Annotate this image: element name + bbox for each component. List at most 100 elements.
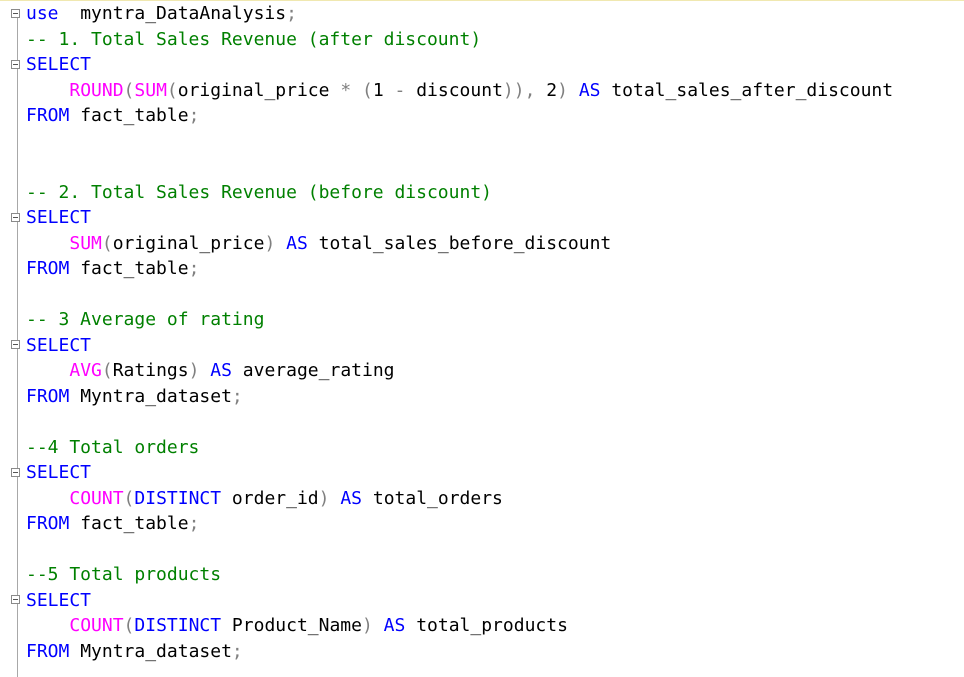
code-line[interactable]: -- 1. Total Sales Revenue (after discoun… [26,27,964,53]
code-line[interactable] [26,409,964,435]
keyword-token: AS [340,487,363,509]
text-token: fact_table [69,513,189,534]
keyword-token: DISTINCT [134,615,222,636]
text-token: order_id [221,487,319,509]
code-line[interactable]: SELECT [26,588,964,614]
code-line[interactable]: FROM Myntra_dataset; [26,384,964,410]
keyword-token: AS [286,232,308,254]
operator-token: ) [264,232,276,254]
code-line[interactable]: AVG(Ratings) AS average_rating [26,358,964,384]
keyword-token: AS [383,615,406,636]
code-line[interactable]: SELECT [26,333,964,359]
code-line[interactable]: COUNT(DISTINCT order_id) AS total_orders [26,486,964,512]
text-token: 1 [372,79,395,101]
operator-token: ; [188,258,200,279]
code-line[interactable] [26,129,964,155]
code-line[interactable]: use myntra_DataAnalysis; [26,1,964,27]
code-line[interactable]: FROM fact_table; [26,256,964,282]
operator-token: - [394,79,406,101]
collapse-minus-icon[interactable] [11,60,20,69]
text-token: Ratings [112,360,189,381]
keyword-token: FROM [26,640,70,662]
outline-gutter [0,1,24,677]
code-line[interactable]: FROM fact_table; [26,103,964,129]
code-line[interactable]: SELECT [26,460,964,486]
keyword-token: SELECT [26,207,92,228]
keyword-token: AS [210,360,232,381]
code-line[interactable]: --5 Total products [26,562,964,588]
collapse-minus-icon[interactable] [11,213,20,222]
text-token: fact_table [69,105,189,126]
comment-token: --5 Total products [26,564,222,585]
collapse-minus-icon[interactable] [11,340,20,349]
text-token: original_price [177,79,341,101]
keyword-token: SELECT [26,334,92,356]
function-token: COUNT [69,615,124,636]
operator-token: ) [557,79,568,101]
code-line[interactable]: -- 2. Total Sales Revenue (before discou… [26,180,964,206]
operator-token: ; [231,385,243,407]
operator-token: ) [361,615,373,636]
text-token: total_sales_before_discount [307,232,612,254]
operator-token: ( [101,360,113,381]
code-line[interactable]: COUNT(DISTINCT Product_Name) AS total_pr… [26,613,964,639]
comment-token: -- 1. Total Sales Revenue (after discoun… [26,28,482,50]
operator-token: ; [188,513,200,534]
code-line[interactable]: SELECT [26,205,964,231]
keyword-token: FROM [26,105,70,126]
operator-token: ; [286,3,297,24]
text-token: Product_Name [221,615,362,636]
code-line[interactable] [26,154,964,180]
code-area[interactable]: use myntra_DataAnalysis; -- 1. Total Sale… [26,1,964,664]
text-token: average_rating [231,360,395,381]
keyword-token: DISTINCT [134,487,222,509]
keyword-token: FROM [26,258,70,279]
text-token: discount [405,79,503,101]
function-token: AVG [69,360,102,381]
code-line[interactable]: SELECT [26,52,964,78]
keyword-token: use [26,3,59,24]
operator-token: ) [318,487,330,509]
text-token: total_sales_after_discount [600,79,894,101]
code-line[interactable] [26,537,964,563]
code-line[interactable]: SUM(original_price) AS total_sales_befor… [26,231,964,257]
operator-token: ( [362,79,373,101]
operator-token: ( [166,79,178,101]
collapse-minus-icon[interactable] [11,595,20,604]
function-token: COUNT [69,487,124,509]
comment-token: -- 3 Average of rating [26,309,265,330]
code-line[interactable]: FROM fact_table; [26,511,964,537]
code-line[interactable]: FROM Myntra_dataset; [26,639,964,665]
function-token: SUM [134,79,167,101]
operator-token: ( [123,487,135,509]
code-line[interactable]: -- 3 Average of rating [26,307,964,333]
operator-token: ; [188,105,200,126]
text-token: original_price [112,232,265,254]
keyword-token: SELECT [26,462,92,483]
text-token: total_orders [362,487,503,509]
code-line[interactable]: --4 Total orders [26,435,964,461]
text-token: fact_table [69,258,189,279]
comment-token: --4 Total orders [26,436,200,458]
keyword-token: FROM [26,385,70,407]
sql-query-editor[interactable]: use myntra_DataAnalysis; -- 1. Total Sale… [0,0,964,677]
code-line[interactable] [26,282,964,308]
operator-token: * [340,79,352,101]
keyword-token: SELECT [26,589,92,611]
operator-token: ( [123,79,135,101]
function-token: SUM [69,232,102,254]
collapse-minus-icon[interactable] [11,9,20,18]
collapse-minus-icon[interactable] [11,468,20,477]
text-token: Myntra_dataset [69,640,232,662]
keyword-token: SELECT [26,54,92,75]
code-line[interactable]: ROUND(SUM(original_price * (1 - discount… [26,78,964,104]
